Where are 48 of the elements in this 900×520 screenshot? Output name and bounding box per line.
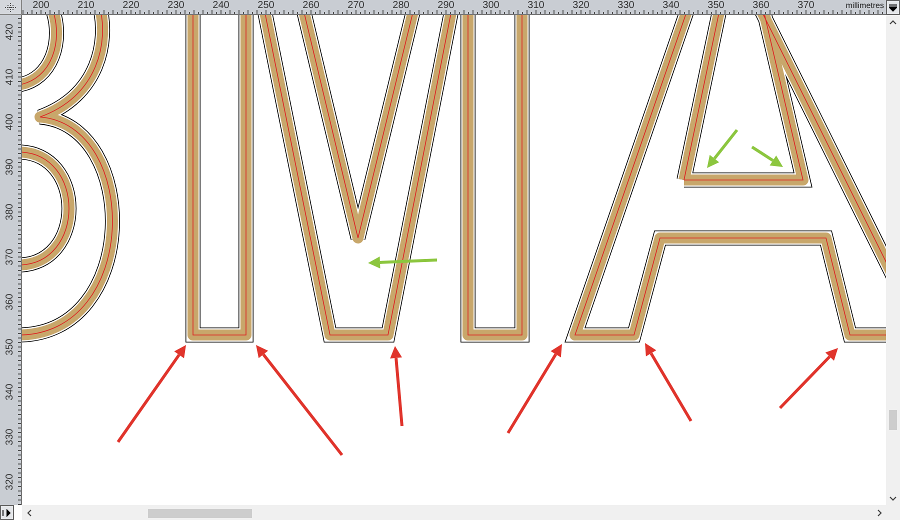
ruler-label: 340 — [662, 0, 680, 11]
crosshair-icon — [5, 2, 16, 12]
chevron-up-icon — [889, 20, 897, 24]
scrollbar-thumb[interactable] — [889, 410, 897, 430]
ruler-label: 310 — [528, 0, 544, 11]
horizontal-scrollbar[interactable] — [22, 505, 886, 520]
ruler-label: 380 — [4, 203, 16, 221]
ruler-label: 290 — [438, 0, 454, 11]
ruler-label: 260 — [302, 0, 320, 11]
callout-arrow — [368, 256, 438, 268]
units-dropdown-button[interactable] — [886, 0, 900, 15]
ruler-label: 230 — [168, 0, 184, 11]
callout-arrow — [751, 146, 783, 167]
chevron-left-icon — [26, 508, 32, 516]
chevron-down-icon — [889, 496, 897, 500]
ruler-label: 320 — [572, 0, 590, 11]
split-view-icon — [2, 508, 12, 516]
vertical-scrollbar[interactable] — [886, 15, 900, 505]
ruler-label: 360 — [4, 293, 16, 311]
ruler-label: 220 — [122, 0, 140, 11]
ruler-label: 330 — [4, 428, 16, 446]
ruler-label: 210 — [78, 0, 94, 11]
ruler-label: 270 — [348, 0, 364, 11]
ruler-label: 410 — [4, 68, 16, 86]
callout-arrow — [707, 129, 738, 168]
ruler-label: 320 — [4, 473, 16, 491]
ruler-label: 350 — [4, 338, 16, 356]
view-toggle-button[interactable] — [0, 505, 14, 520]
ruler-label: 400 — [4, 113, 16, 131]
ruler-label: 370 — [4, 248, 16, 266]
units-label: millimetres — [844, 1, 884, 10]
ruler-origin-button[interactable] — [0, 0, 22, 15]
caret-icon — [889, 4, 897, 12]
ruler-label: 370 — [798, 0, 814, 11]
ruler-label: 350 — [708, 0, 724, 11]
ruler-label: 360 — [752, 0, 770, 11]
callout-arrow — [778, 348, 838, 410]
ruler-label: 240 — [212, 0, 230, 11]
chevron-right-icon — [876, 508, 882, 516]
ruler-label: 200 — [32, 0, 50, 11]
ruler-label: 300 — [482, 0, 500, 11]
ruler-label: 390 — [4, 158, 16, 176]
ruler-label: 340 — [4, 383, 16, 401]
ruler-label: 420 — [4, 23, 16, 41]
ruler-label: 280 — [392, 0, 410, 11]
ruler-label: 250 — [258, 0, 274, 11]
scrollbar-thumb[interactable] — [148, 509, 252, 518]
ruler-label: 330 — [618, 0, 634, 11]
